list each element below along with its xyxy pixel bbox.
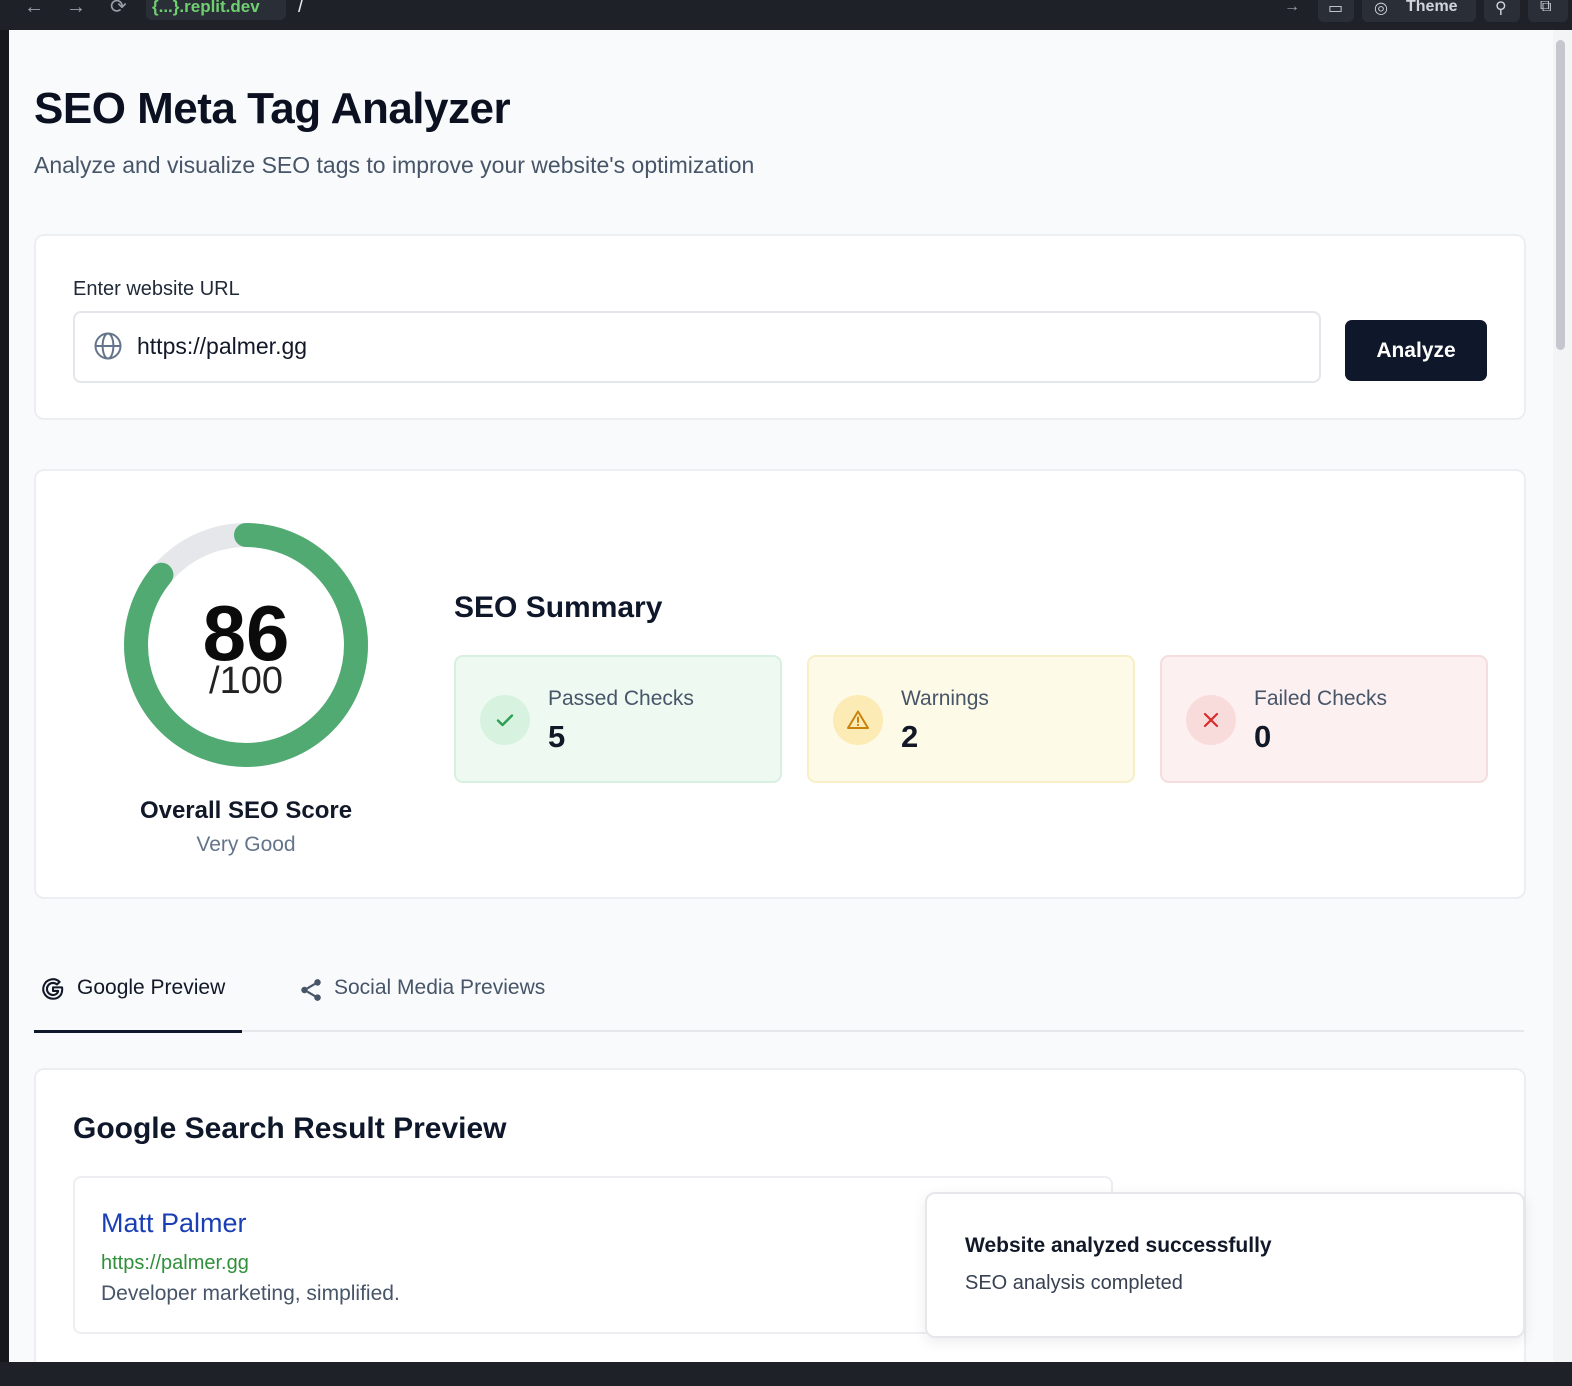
url-label: Enter website URL	[73, 278, 240, 300]
devices-button[interactable]: ▭	[1318, 0, 1354, 22]
new-tab-button[interactable]: ⧉	[1528, 0, 1568, 22]
warnings-value: 2	[901, 719, 919, 754]
google-preview-title: Google Search Result Preview	[73, 1112, 507, 1145]
back-arrow-icon[interactable]: ←	[24, 0, 44, 18]
passed-checks-card: Passed Checks 5	[454, 655, 782, 783]
x-icon	[1186, 695, 1236, 745]
browser-toolbar: ← → ⟳ {...}.replit.dev / → ▭ ◎ Theme ⚲ ⧉	[0, 0, 1572, 30]
open-arrow-icon[interactable]: →	[1284, 0, 1300, 18]
url-input-value: https://palmer.gg	[137, 333, 308, 359]
tab-social-media-previews-label: Social Media Previews	[334, 976, 546, 999]
address-path: /	[298, 0, 304, 17]
url-form-card: Enter website URL https://palmer.gg Anal…	[34, 234, 1526, 420]
globe-icon	[94, 332, 122, 360]
wrench-icon: ⚲	[1495, 0, 1507, 17]
reload-icon[interactable]: ⟳	[110, 0, 127, 18]
theme-button[interactable]: ◎ Theme	[1362, 0, 1476, 22]
tab-google-preview[interactable]: Google Preview	[34, 968, 242, 1033]
theme-label: Theme	[1406, 0, 1458, 15]
tools-button[interactable]: ⚲	[1484, 0, 1520, 22]
address-host: {...}.replit.dev	[152, 0, 260, 16]
search-result-description: Developer marketing, simplified.	[101, 1282, 400, 1305]
external-link-icon: ⧉	[1540, 0, 1552, 15]
passed-checks-label: Passed Checks	[548, 687, 694, 710]
success-toast[interactable]: Website analyzed successfully SEO analys…	[925, 1192, 1525, 1338]
score-rating: Very Good	[196, 833, 296, 856]
search-result-url: https://palmer.gg	[101, 1252, 249, 1274]
warnings-label: Warnings	[901, 687, 989, 710]
failed-checks-value: 0	[1254, 719, 1272, 754]
palette-icon: ◎	[1374, 0, 1388, 17]
preview-tabs: Google Preview Social Media Previews	[34, 968, 1524, 1033]
tab-social-media-previews[interactable]: Social Media Previews	[296, 968, 576, 1030]
scrollbar-thumb[interactable]	[1556, 40, 1565, 350]
warnings-card: Warnings 2	[807, 655, 1135, 783]
check-icon	[480, 695, 530, 745]
page-subtitle: Analyze and visualize SEO tags to improv…	[34, 152, 755, 178]
page-viewport: SEO Meta Tag Analyzer Analyze and visual…	[9, 30, 1553, 1362]
toast-description: SEO analysis completed	[965, 1272, 1183, 1294]
summary-title: SEO Summary	[454, 591, 663, 624]
analyze-button[interactable]: Analyze	[1345, 320, 1487, 381]
failed-checks-card: Failed Checks 0	[1160, 655, 1488, 783]
score-label: Overall SEO Score	[139, 797, 353, 824]
score-card: 86 /100 Overall SEO Score Very Good SEO …	[34, 469, 1526, 899]
monitor-icon: ▭	[1328, 0, 1344, 17]
google-icon	[42, 978, 64, 1000]
url-input[interactable]: https://palmer.gg	[73, 311, 1321, 383]
score-max: /100	[209, 660, 283, 702]
warning-icon	[833, 695, 883, 745]
search-result-title[interactable]: Matt Palmer	[101, 1208, 247, 1239]
tab-google-preview-label: Google Preview	[77, 976, 226, 999]
window-bottom-edge	[0, 1362, 1572, 1386]
passed-checks-value: 5	[548, 719, 566, 754]
failed-checks-label: Failed Checks	[1254, 687, 1388, 710]
page-title: SEO Meta Tag Analyzer	[34, 84, 511, 133]
forward-arrow-icon[interactable]: →	[66, 0, 86, 18]
share-icon	[301, 979, 321, 1001]
toast-title: Website analyzed successfully	[965, 1234, 1272, 1257]
